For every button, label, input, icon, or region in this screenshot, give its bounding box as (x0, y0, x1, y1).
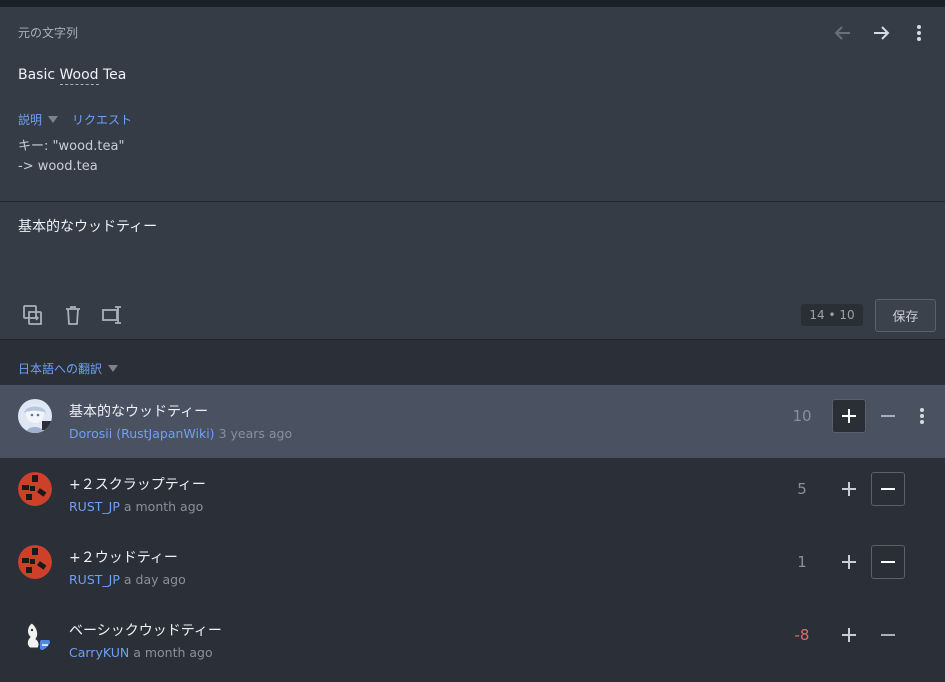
minus-icon (881, 634, 895, 636)
source-text-suffix: Tea (98, 67, 127, 83)
downvote-button[interactable] (871, 545, 905, 579)
translation-text: +２ウッドティー (69, 550, 178, 566)
more-vertical-icon[interactable] (907, 21, 931, 45)
author-link[interactable]: RUST_JP (69, 499, 120, 514)
source-panel: 元の文字列 Basic Wood Tea 説明 リクエスト キー: "wood.… (0, 7, 945, 202)
translation-text: 基本的なウッドティー (69, 404, 209, 420)
translation-editor: 基本的なウッドティー 14 • 10 保存 (0, 202, 945, 340)
minus-icon (881, 415, 895, 417)
save-button[interactable]: 保存 (875, 299, 936, 332)
upvote-button[interactable] (832, 545, 866, 579)
translation-meta: CarryKUN a month ago (69, 645, 213, 660)
arrow-right-icon[interactable] (869, 21, 893, 45)
downvote-button[interactable] (871, 472, 905, 506)
downvote-button[interactable] (871, 618, 905, 652)
translation-input[interactable]: 基本的なウッドティー (18, 216, 157, 236)
translation-meta: RUST_JP a month ago (69, 499, 203, 514)
minus-icon (881, 561, 895, 563)
length-counter: 14 • 10 (801, 304, 863, 326)
glossary-term[interactable]: Wood (59, 67, 99, 85)
caret-down-icon (108, 365, 119, 372)
timestamp: 3 years ago (218, 426, 293, 441)
upvote-button[interactable] (832, 618, 866, 652)
tab-request-label: リクエスト (72, 113, 133, 127)
source-string: Basic Wood Tea (18, 67, 127, 85)
translations-header-label: 日本語への翻訳 (18, 362, 103, 376)
editor-toolbar (20, 302, 126, 328)
author-link[interactable]: RUST_JP (69, 572, 120, 587)
arrow-left-icon[interactable] (831, 21, 855, 45)
translation-row[interactable]: ベーシックウッドティー CarryKUN a month ago -8 (0, 604, 945, 677)
minus-icon (881, 488, 895, 490)
plus-icon (842, 409, 856, 423)
context-path-line: -> wood.tea (18, 159, 98, 174)
translation-row[interactable]: 基本的なウッドティー Dorosii (RustJapanWiki) 3 yea… (0, 385, 945, 458)
caret-down-icon (48, 116, 59, 123)
text-cursor-icon[interactable] (100, 302, 126, 328)
tab-description-label: 説明 (18, 113, 43, 127)
upvote-button[interactable] (832, 472, 866, 506)
trash-icon[interactable] (60, 302, 86, 328)
copy-source-icon[interactable] (20, 302, 46, 328)
avatar[interactable] (18, 545, 52, 579)
translation-text: +２スクラップティー (69, 477, 206, 493)
timestamp: a month ago (133, 645, 213, 660)
vote-score: 1 (797, 553, 807, 571)
author-link[interactable]: CarryKUN (69, 645, 129, 660)
source-label: 元の文字列 (18, 26, 79, 40)
plus-icon (842, 482, 856, 496)
context-description: キー: "wood.tea" -> wood.tea (18, 137, 124, 177)
timestamp: a day ago (123, 572, 186, 587)
more-vertical-icon[interactable] (911, 404, 933, 428)
tab-request[interactable]: リクエスト (72, 111, 132, 128)
upvote-button[interactable] (832, 399, 866, 433)
translation-meta: Dorosii (RustJapanWiki) 3 years ago (69, 426, 292, 441)
translation-text: ベーシックウッドティー (69, 623, 222, 639)
translations-header[interactable]: 日本語への翻訳 (18, 360, 119, 377)
translation-meta: RUST_JP a day ago (69, 572, 186, 587)
source-text-prefix: Basic (18, 67, 60, 83)
window-top-strip (0, 0, 945, 7)
avatar[interactable] (18, 472, 52, 506)
vote-score: 5 (797, 480, 807, 498)
context-key-line: キー: "wood.tea" (18, 139, 125, 154)
source-nav (831, 21, 931, 45)
translation-row[interactable]: +２ウッドティー RUST_JP a day ago 1 (0, 531, 945, 604)
vote-score: 10 (792, 407, 812, 425)
avatar[interactable] (18, 618, 52, 652)
tab-description[interactable]: 説明 (18, 111, 59, 128)
plus-icon (842, 628, 856, 642)
timestamp: a month ago (123, 499, 204, 514)
author-link[interactable]: Dorosii (RustJapanWiki) (69, 426, 215, 441)
plus-icon (842, 555, 856, 569)
downvote-button[interactable] (871, 399, 905, 433)
avatar[interactable] (18, 399, 52, 433)
context-tabs: 説明 リクエスト (18, 111, 132, 128)
vote-score: -8 (794, 626, 810, 644)
translation-row[interactable]: +２スクラップティー RUST_JP a month ago 5 (0, 458, 945, 531)
